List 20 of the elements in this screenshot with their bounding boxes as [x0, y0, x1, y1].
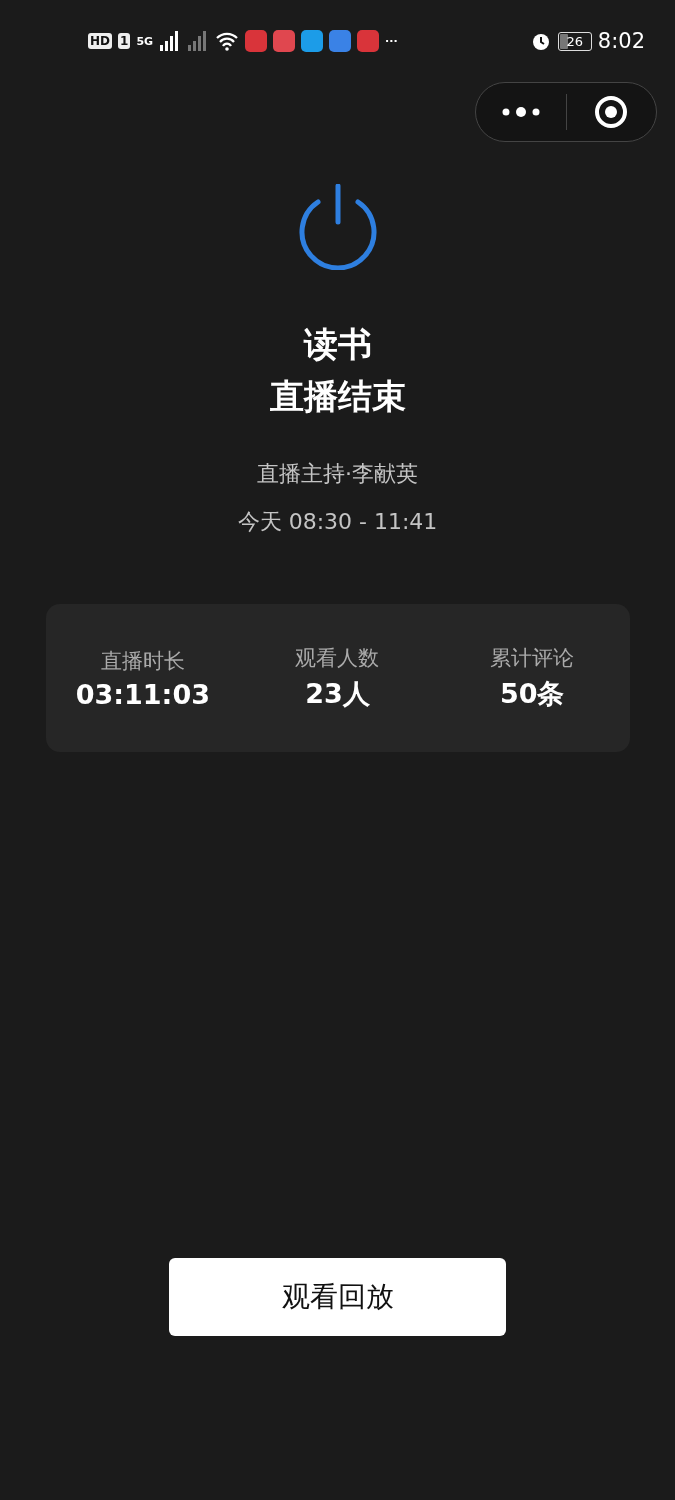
stat-label: 累计评论: [490, 645, 575, 672]
hd-indicator: HD: [88, 33, 112, 49]
live-status: 直播结束: [269, 375, 406, 418]
stat-label: 观看人数: [295, 645, 380, 672]
replay-button[interactable]: 观看回放: [169, 1258, 506, 1336]
host-name: 直播主持·李献英: [257, 460, 418, 488]
close-icon: [594, 95, 629, 129]
more-notifications: ···: [385, 34, 398, 48]
sim-indicator: 1: [118, 33, 131, 49]
network-indicator: 5G: [136, 34, 154, 48]
stat-label: 直播时长: [100, 647, 185, 675]
more-icon: [500, 105, 541, 119]
battery-icon: 26: [557, 31, 592, 51]
stat-value: 03:11:03: [75, 678, 210, 710]
clock: 8:02: [597, 29, 645, 53]
stat-value: 50条: [499, 677, 565, 711]
wifi-icon: [215, 31, 240, 51]
time-range: 今天 08:30 - 11:41: [237, 508, 438, 536]
stat-value: 23人: [305, 677, 370, 711]
live-title: 读书: [303, 323, 372, 366]
